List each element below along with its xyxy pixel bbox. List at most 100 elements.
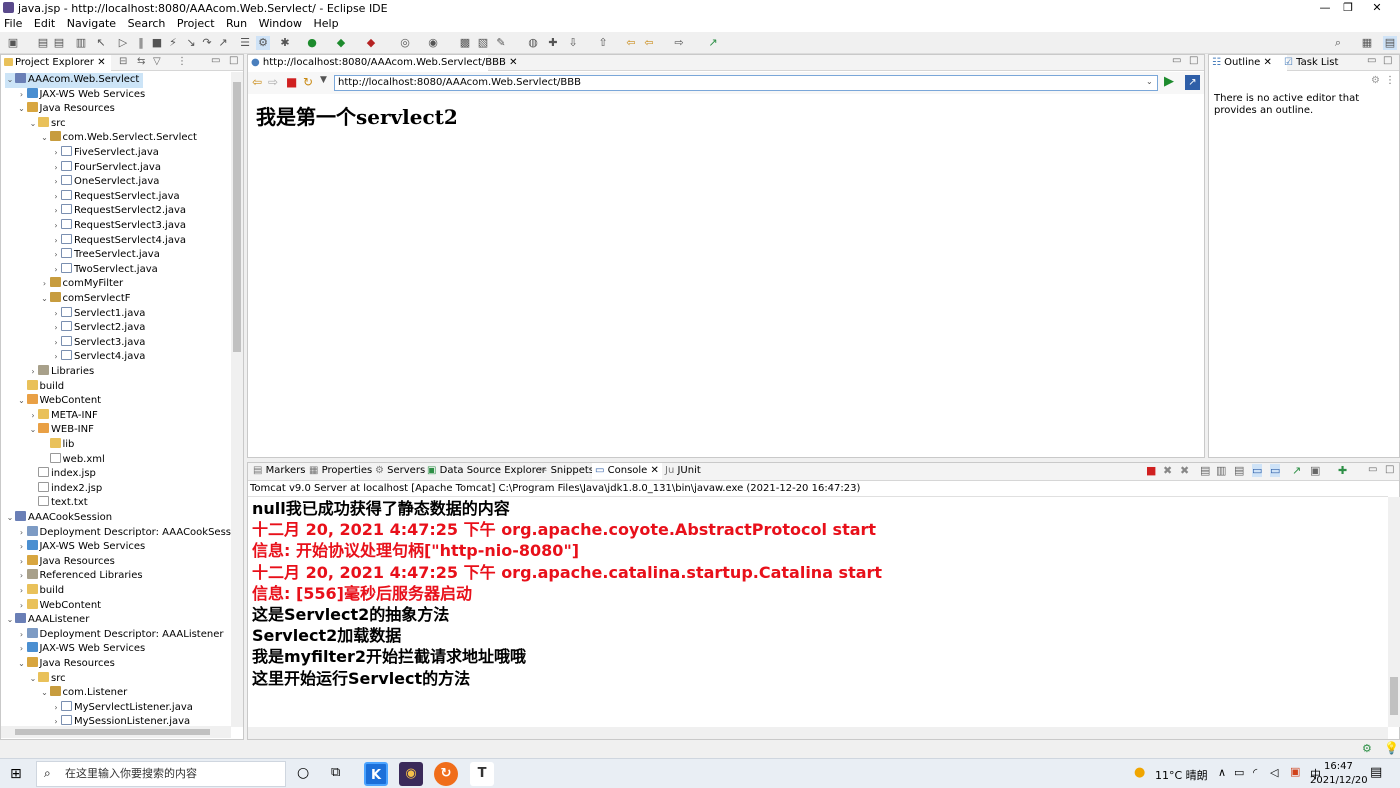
typora-icon[interactable]: T xyxy=(470,762,494,786)
url-input[interactable]: http://localhost:8080/AAAcom.Web.Servlec… xyxy=(334,75,1158,91)
app-orange-icon[interactable]: ↻ xyxy=(434,762,458,786)
tab-junit[interactable]: Ju JUnit xyxy=(662,463,701,479)
minimize-view-icon[interactable]: ▭ xyxy=(1368,464,1377,475)
tree-item[interactable]: ⌄ com.Web.Servlect.Servlect xyxy=(40,131,197,146)
tree-item[interactable]: lib xyxy=(40,438,74,453)
tree-item[interactable]: index.jsp xyxy=(28,467,96,482)
chevron-right-icon[interactable]: › xyxy=(51,701,61,716)
tree-item[interactable]: ⌄ AAACookSession xyxy=(5,511,112,526)
remove-all-icon[interactable]: ✖ xyxy=(1180,464,1189,477)
chevron-down-icon[interactable]: ⌄ xyxy=(40,686,50,701)
remove-launch-icon[interactable]: ✖ xyxy=(1163,464,1172,477)
show-stderr-icon[interactable]: ▭ xyxy=(1270,464,1281,477)
chevron-right-icon[interactable]: › xyxy=(17,642,27,657)
tab-outline[interactable]: ☷ Outline ✕ xyxy=(1209,55,1287,71)
url-dropdown-icon[interactable]: ⌄ xyxy=(1146,77,1153,86)
chevron-right-icon[interactable]: › xyxy=(51,350,61,365)
tree-item[interactable]: ⌄ Java Resources xyxy=(17,657,115,672)
skip-breakpoints-icon[interactable]: ⚙ xyxy=(256,36,270,50)
open-perspective-icon[interactable]: ▦ xyxy=(1360,36,1374,50)
terminate-icon[interactable]: ■ xyxy=(150,36,164,50)
chevron-down-icon[interactable]: ⌄ xyxy=(28,423,38,438)
new-class-icon[interactable]: ◉ xyxy=(426,36,440,50)
menu-navigate[interactable]: Navigate xyxy=(63,16,120,32)
chevron-right-icon[interactable]: › xyxy=(51,336,61,351)
go-icon[interactable]: ▶ xyxy=(1164,74,1174,89)
display-console-icon[interactable]: ▣ xyxy=(1310,464,1320,477)
tree-item[interactable]: › RequestServlect.java xyxy=(51,189,180,205)
console-output[interactable]: null我已成功获得了静态数据的内容 十二月 20, 2021 4:47:25 下… xyxy=(248,497,1386,725)
chevron-down-icon[interactable]: ⌄ xyxy=(28,117,38,132)
open-task-icon[interactable]: ▧ xyxy=(476,36,490,50)
forward-icon[interactable]: ⇨ xyxy=(672,36,686,50)
close-button[interactable]: ✕ xyxy=(1354,0,1400,16)
chevron-down-icon[interactable]: ⌄ xyxy=(17,394,27,409)
notifications-icon[interactable]: ▤ xyxy=(1370,765,1382,780)
back-icon[interactable]: ⇦ xyxy=(642,36,656,50)
new-icon[interactable]: ▣ xyxy=(6,36,20,50)
forward-icon[interactable]: ⇨ xyxy=(268,75,278,89)
menu-search[interactable]: Search xyxy=(124,16,170,32)
chevron-right-icon[interactable]: › xyxy=(51,307,61,322)
chevron-down-icon[interactable]: ⌄ xyxy=(40,131,50,146)
next-annotation-icon[interactable]: ⇩ xyxy=(566,36,580,50)
pin-console-icon[interactable]: ↗ xyxy=(1292,464,1301,477)
tab-console[interactable]: ▭ Console ✕ xyxy=(592,463,662,479)
open-console-icon[interactable]: ✚ xyxy=(1338,464,1347,477)
collapse-all-icon[interactable]: ⊟ xyxy=(119,56,127,67)
tree-item[interactable]: › Java Resources xyxy=(17,554,115,570)
run-icon[interactable]: ● xyxy=(305,36,319,50)
task-view-icon[interactable]: ⧉ xyxy=(331,765,340,780)
tree-item[interactable]: › FourServlect.java xyxy=(51,160,161,176)
chevron-down-icon[interactable]: ⌄ xyxy=(5,73,15,88)
view-menu-icon[interactable]: ⋮ xyxy=(1385,75,1395,86)
menu-file[interactable]: File xyxy=(0,16,26,32)
search-icon[interactable]: ⌕ xyxy=(1331,36,1345,50)
scrollbar-thumb[interactable] xyxy=(1390,677,1398,715)
tree-item[interactable]: › Servlect4.java xyxy=(51,350,145,365)
volume-icon[interactable]: ◁ xyxy=(1270,766,1278,779)
debug-icon[interactable]: ✱ xyxy=(278,36,292,50)
tab-markers[interactable]: ▤ Markers xyxy=(250,463,305,479)
tree-item[interactable]: › RequestServlect3.java xyxy=(51,219,186,234)
tips-icon[interactable]: 💡 xyxy=(1384,741,1399,755)
chevron-down-icon[interactable]: ⌄ xyxy=(5,613,15,628)
disconnect-icon[interactable]: ⚡ xyxy=(166,36,180,50)
menu-arrow-icon[interactable]: ▼ xyxy=(320,75,327,85)
chevron-right-icon[interactable]: › xyxy=(51,175,61,190)
chevron-down-icon[interactable]: ⌄ xyxy=(5,511,15,526)
app-k-icon[interactable]: K xyxy=(364,762,388,786)
weather-text[interactable]: 11°C 晴朗 xyxy=(1155,767,1208,783)
chevron-down-icon[interactable]: ⌄ xyxy=(17,102,27,117)
battery-icon[interactable]: ▭ xyxy=(1234,766,1244,779)
chevron-right-icon[interactable]: › xyxy=(17,628,27,643)
tree-horizontal-scrollbar[interactable] xyxy=(1,726,231,738)
chevron-right-icon[interactable]: › xyxy=(51,161,61,176)
tree-item[interactable]: ⌄ AAAListener xyxy=(5,613,89,628)
chevron-right-icon[interactable]: › xyxy=(17,540,27,555)
open-external-icon[interactable]: ↗ xyxy=(1185,75,1200,90)
menu-help[interactable]: Help xyxy=(309,16,342,32)
tree-item[interactable]: › FiveServlect.java xyxy=(51,146,159,161)
external-tools-icon[interactable]: ◆ xyxy=(364,36,378,50)
tree-item[interactable]: ⌄ WebContent xyxy=(17,394,101,409)
tray-app-icon[interactable]: ▣ xyxy=(1290,765,1300,778)
tree-item[interactable]: › Deployment Descriptor: AAAListener xyxy=(17,627,223,643)
tree-item[interactable]: ⌄ comServlectF xyxy=(40,292,131,307)
menu-window[interactable]: Window xyxy=(255,16,306,32)
tree-item[interactable]: › OneServlect.java xyxy=(51,175,159,190)
refresh-icon[interactable]: ↻ xyxy=(303,75,313,89)
tree-item[interactable]: ⌄ AAAcom.Web.Servlect xyxy=(5,73,144,88)
chevron-right-icon[interactable]: › xyxy=(51,146,61,161)
taskbar-search-input[interactable]: 在这里输入你要搜索的内容 xyxy=(36,761,286,787)
chevron-down-icon[interactable]: ⌄ xyxy=(17,657,27,672)
network-icon[interactable]: ◜ xyxy=(1253,766,1257,779)
chevron-right-icon[interactable]: › xyxy=(28,409,38,424)
tree-item[interactable]: › JAX-WS Web Services xyxy=(17,540,145,555)
tree-item[interactable]: web.xml xyxy=(40,452,105,468)
menu-edit[interactable]: Edit xyxy=(30,16,59,32)
toggle-icon[interactable]: ☰ xyxy=(238,36,252,50)
word-wrap-icon[interactable]: ▤ xyxy=(1234,464,1244,477)
tree-item[interactable]: › Deployment Descriptor: AAACookSession xyxy=(17,525,231,541)
tree-item[interactable]: › RequestServlect2.java xyxy=(51,204,186,219)
